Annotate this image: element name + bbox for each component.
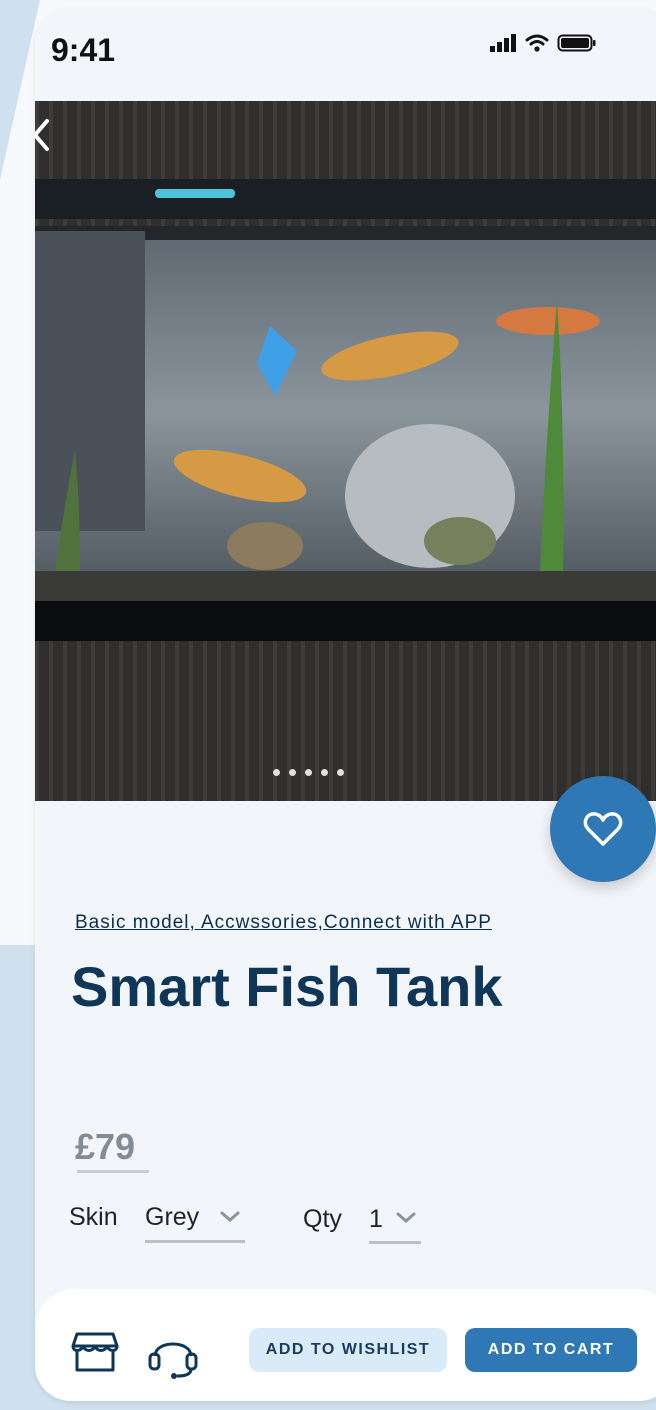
- carousel-dot[interactable]: [273, 769, 280, 776]
- carousel-dot[interactable]: [337, 769, 344, 776]
- product-subtitle[interactable]: Basic model, Accwssories,Connect with AP…: [75, 912, 492, 934]
- price-underline: [77, 1170, 149, 1173]
- skin-value[interactable]: Grey: [145, 1203, 199, 1232]
- battery-icon: [557, 34, 596, 52]
- qty-value[interactable]: 1: [369, 1205, 383, 1234]
- status-bar: 9:41: [35, 8, 656, 100]
- wifi-icon: [525, 34, 549, 52]
- add-to-cart-button[interactable]: ADD TO CART: [465, 1328, 637, 1372]
- status-icons: [489, 32, 597, 54]
- carousel-dot[interactable]: [321, 769, 328, 776]
- favorite-button[interactable]: [550, 776, 656, 882]
- store-icon[interactable]: [71, 1330, 119, 1376]
- product-title: Smart Fish Tank: [71, 955, 503, 1018]
- chevron-down-icon[interactable]: [219, 1210, 241, 1224]
- headset-icon[interactable]: [147, 1330, 199, 1380]
- qty-label: Qty: [303, 1205, 342, 1233]
- signal-icon: [490, 34, 516, 52]
- background-decoration: [0, 0, 40, 180]
- carousel-dot[interactable]: [305, 769, 312, 776]
- back-icon[interactable]: [35, 115, 57, 155]
- carousel-dots[interactable]: [273, 769, 344, 776]
- skin-underline: [145, 1240, 245, 1243]
- carousel-dot[interactable]: [289, 769, 296, 776]
- phone-screen: 9:41 Basic model, Accwssories,Connect wi…: [35, 8, 656, 1401]
- qty-underline: [369, 1241, 421, 1244]
- skin-label: Skin: [69, 1203, 118, 1231]
- add-to-wishlist-button[interactable]: ADD TO WISHLIST: [249, 1328, 447, 1372]
- product-image: [35, 101, 656, 801]
- status-time: 9:41: [51, 32, 116, 68]
- product-image-carousel[interactable]: [35, 101, 656, 801]
- heart-icon: [583, 812, 623, 846]
- chevron-down-icon[interactable]: [395, 1211, 417, 1225]
- product-price: £79: [75, 1126, 136, 1167]
